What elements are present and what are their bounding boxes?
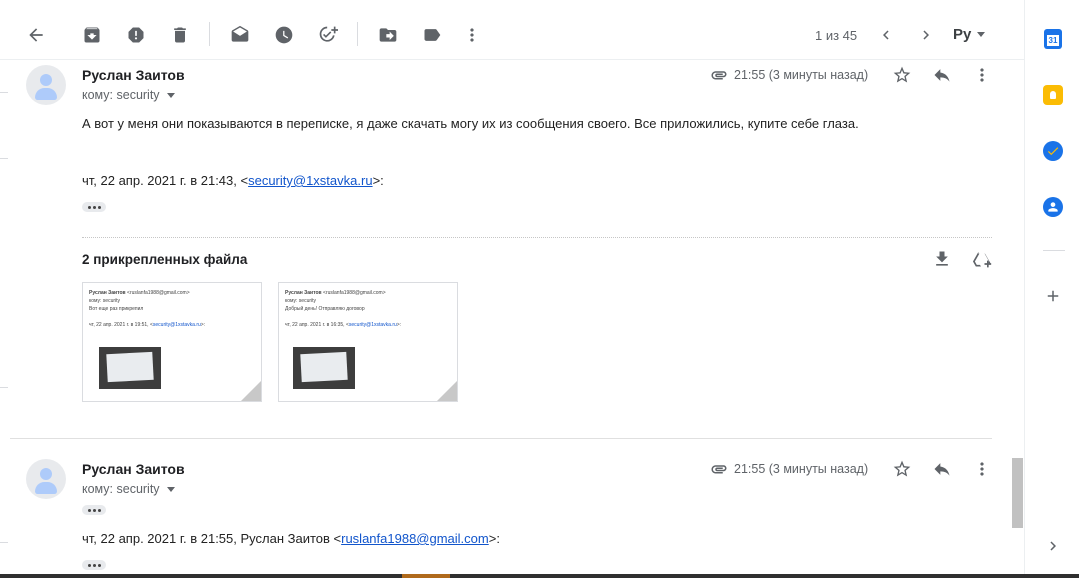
quote-prefix: чт, 22 апр. 2021 г. в 21:55, Руслан Заит… xyxy=(82,531,342,546)
message-body: А вот у меня они показываются в переписк… xyxy=(82,116,859,131)
message-meta: 21:55 (3 минуты назад) xyxy=(710,66,868,84)
sender-name[interactable]: Руслан Заитов xyxy=(82,461,185,477)
keep-icon[interactable] xyxy=(1043,85,1063,105)
toolbar-divider xyxy=(209,22,210,46)
star-icon[interactable] xyxy=(891,458,913,480)
quote-prefix: чт, 22 апр. 2021 г. в 21:43, < xyxy=(82,173,249,188)
message-time: 21:55 (3 минуты назад) xyxy=(734,462,869,476)
avatar[interactable] xyxy=(26,65,66,105)
snooze-icon[interactable] xyxy=(272,23,296,47)
language-label: Ру xyxy=(953,26,972,43)
show-trimmed-content-button[interactable] xyxy=(82,505,106,515)
left-edge-mark xyxy=(0,158,8,159)
quote-email-link[interactable]: security@1xstavka.ru xyxy=(248,173,372,188)
taskbar-strip xyxy=(0,574,1079,578)
quote-header: чт, 22 апр. 2021 г. в 21:43, <security@1… xyxy=(82,173,384,188)
report-spam-icon[interactable] xyxy=(124,23,148,47)
recipient-details[interactable]: кому: security xyxy=(82,482,175,496)
recipient-details[interactable]: кому: security xyxy=(82,88,175,102)
toolbar-divider xyxy=(357,22,358,46)
attachment-preview-text: Руслан Заитов <ruslanfa1988@gmail.com> к… xyxy=(89,290,206,328)
input-language-selector[interactable]: Ру xyxy=(953,26,986,43)
chevron-down-icon xyxy=(166,486,175,492)
left-edge-mark xyxy=(0,387,8,388)
chevron-down-icon xyxy=(977,32,986,37)
pager-count: 1 из 45 xyxy=(815,28,858,43)
message-meta: 21:55 (3 минуты назад) xyxy=(710,460,868,478)
attachments-separator xyxy=(82,237,992,238)
mark-unread-icon[interactable] xyxy=(228,23,252,47)
label-icon[interactable] xyxy=(420,23,444,47)
recipient-label: кому: security xyxy=(82,482,160,496)
add-icon[interactable] xyxy=(1043,286,1063,306)
delete-icon[interactable] xyxy=(168,23,192,47)
quote-email-link[interactable]: ruslanfa1988@gmail.com xyxy=(341,531,489,546)
sender-name[interactable]: Руслан Заитов xyxy=(82,67,185,83)
avatar[interactable] xyxy=(26,459,66,499)
attachment-thumbnail-2[interactable]: Руслан Заитов <ruslanfa1988@gmail.com> к… xyxy=(278,282,458,402)
attachment-icon xyxy=(711,71,727,80)
chevron-right-icon[interactable] xyxy=(916,25,936,45)
attachment-preview-text: Руслан Заитов <ruslanfa1988@gmail.com> к… xyxy=(285,290,402,328)
contacts-icon[interactable] xyxy=(1043,197,1063,217)
archive-icon[interactable] xyxy=(80,23,104,47)
more-vert-icon[interactable] xyxy=(460,23,484,47)
show-trimmed-content-button[interactable] xyxy=(82,202,106,212)
reply-icon[interactable] xyxy=(931,64,953,86)
chevron-left-icon[interactable] xyxy=(876,25,896,45)
recipient-label: кому: security xyxy=(82,88,160,102)
attachment-thumbnail-1[interactable]: Руслан Заитов <ruslanfa1988@gmail.com> к… xyxy=(82,282,262,402)
tasks-icon[interactable] xyxy=(1043,141,1063,161)
attachment-icon xyxy=(711,465,727,474)
star-icon[interactable] xyxy=(891,64,913,86)
message-divider xyxy=(10,438,992,439)
add-task-icon[interactable] xyxy=(316,23,340,47)
add-to-drive-icon[interactable] xyxy=(971,248,993,270)
more-vert-icon[interactable] xyxy=(971,64,993,86)
document-photo xyxy=(99,347,161,389)
show-trimmed-content-button[interactable] xyxy=(82,560,106,570)
page-fold xyxy=(241,381,261,401)
scrollbar-thumb[interactable] xyxy=(1012,458,1023,528)
download-all-icon[interactable] xyxy=(931,248,953,270)
more-vert-icon[interactable] xyxy=(971,458,993,480)
quote-suffix: >: xyxy=(372,173,384,188)
document-photo xyxy=(293,347,355,389)
attachments-title: 2 прикрепленных файла xyxy=(82,252,248,267)
message-time: 21:55 (3 минуты назад) xyxy=(734,68,869,82)
calendar-day: 31 xyxy=(1047,35,1059,46)
quote-header: чт, 22 апр. 2021 г. в 21:55, Руслан Заит… xyxy=(82,531,500,546)
page-fold xyxy=(437,381,457,401)
message-toolbar: 1 из 45 Ру xyxy=(0,0,1024,60)
move-to-icon[interactable] xyxy=(376,23,400,47)
quote-suffix: >: xyxy=(488,531,500,546)
left-edge-mark xyxy=(0,92,8,93)
calendar-icon[interactable]: 31 xyxy=(1044,29,1062,49)
back-arrow-icon[interactable] xyxy=(24,23,48,47)
chevron-right-icon[interactable] xyxy=(1043,536,1063,556)
left-edge-mark xyxy=(0,542,8,543)
reply-icon[interactable] xyxy=(931,458,953,480)
chevron-down-icon xyxy=(166,92,175,98)
side-panel: 31 xyxy=(1024,0,1079,578)
side-panel-divider xyxy=(1043,250,1065,251)
